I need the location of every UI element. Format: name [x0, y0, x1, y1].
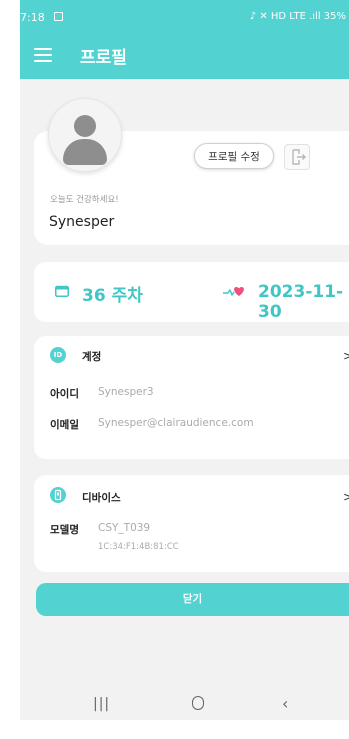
status-indicators: ♪ ✕ HD LTE .ıll 35% [247, 11, 346, 22]
logout-button[interactable] [284, 144, 310, 170]
avatar[interactable] [48, 98, 122, 172]
avatar-head [74, 115, 96, 137]
calendar-icon [55, 285, 69, 297]
close-button[interactable]: 닫기 [36, 583, 349, 616]
navigation-bar: ||| ‹ [20, 688, 349, 720]
due-date: 2023-11-30 [258, 282, 344, 322]
email-label: 이메일 [50, 419, 79, 431]
nickname: Synesper [49, 214, 115, 230]
back-icon[interactable]: ‹ [282, 694, 288, 713]
account-chevron-icon[interactable]: > [343, 349, 349, 363]
recent-apps-icon[interactable]: ||| [93, 696, 110, 712]
page-title: 프로필 [80, 48, 127, 68]
id-icon: ID [50, 347, 66, 363]
pregnancy-week: 36 주차 [82, 286, 143, 306]
notification-icon [54, 12, 63, 21]
heartbeat-icon [223, 287, 244, 296]
account-title: 계정 [82, 351, 102, 363]
email-value: Synesper@clairaudience.com [98, 417, 254, 429]
menu-icon[interactable] [34, 48, 52, 62]
app-bar: 프로필 [20, 32, 349, 79]
model-value: CSY_T039 [98, 522, 151, 534]
id-label: 아이디 [50, 388, 79, 400]
phone-screen: 7:18 ♪ ✕ HD LTE .ıll 35% 프로필 프로필 수정 오늘도 … [20, 0, 349, 720]
edit-profile-button[interactable]: 프로필 수정 [194, 143, 274, 169]
greeting-text: 오늘도 건강하세요! [50, 195, 119, 205]
device-icon [50, 487, 66, 503]
status-bar: 7:18 ♪ ✕ HD LTE .ıll 35% [20, 0, 349, 32]
id-value: Synesper3 [98, 386, 154, 398]
mac-address: 1C:34:F1:4B:81:CC [98, 542, 179, 552]
device-chevron-icon[interactable]: > [343, 490, 349, 504]
device-title: 디바이스 [82, 492, 121, 504]
logout-icon [292, 149, 306, 165]
status-time: 7:18 [20, 11, 45, 24]
avatar-body [63, 139, 107, 165]
model-label: 모델명 [50, 524, 79, 536]
home-icon[interactable] [192, 696, 204, 710]
